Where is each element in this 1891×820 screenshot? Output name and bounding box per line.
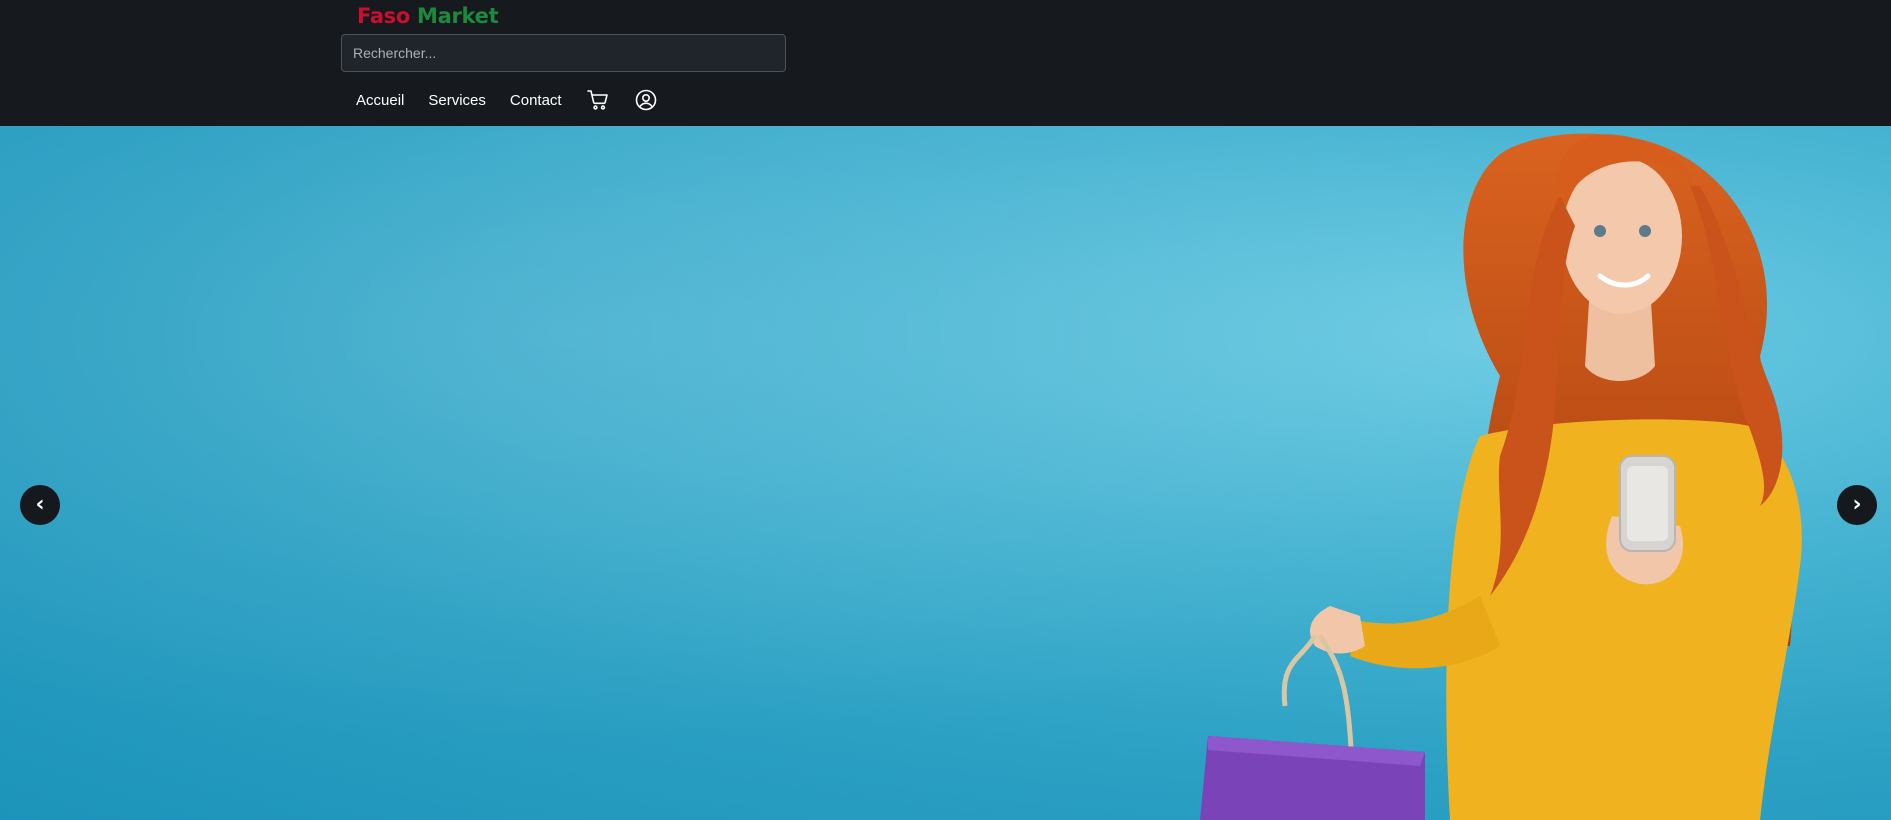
main-nav: Accueil Services Contact [356,86,682,114]
navbar: Faso Market Accueil Services Contact [0,0,1891,126]
brand-name-part1: Faso [357,4,411,28]
search-input[interactable] [341,34,786,72]
nav-link-contact[interactable]: Contact [510,92,562,109]
user-circle-icon[interactable] [634,88,658,112]
hero-carousel: ‹ › [0,126,1891,820]
nav-link-services[interactable]: Services [428,92,486,109]
cart-icon[interactable] [586,88,610,112]
brand-logo[interactable]: Faso Market [357,3,499,29]
hero-banner-image [0,126,1891,820]
nav-link-accueil[interactable]: Accueil [356,92,404,109]
carousel-prev-button[interactable]: ‹ [20,485,60,525]
carousel-next-button[interactable]: › [1837,485,1877,525]
brand-name-part2: Market [417,4,499,28]
